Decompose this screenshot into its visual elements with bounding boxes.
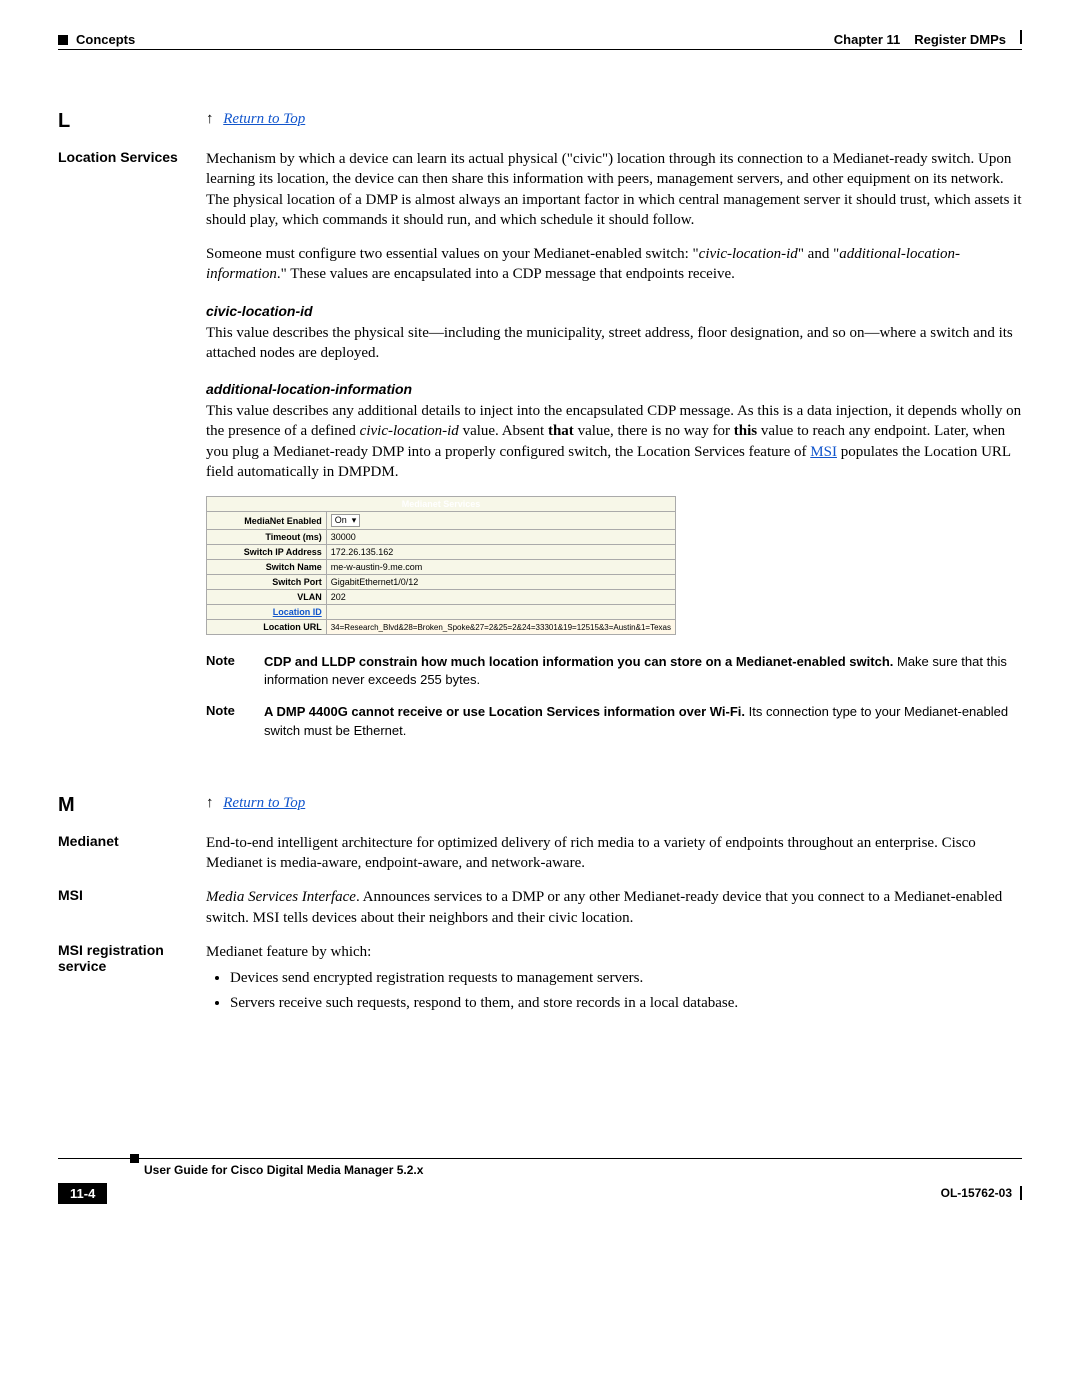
msi-reg-intro: Medianet feature by which: [206, 942, 1022, 962]
table-row: VLAN202 [207, 590, 676, 605]
section-letter-l: L [58, 110, 70, 132]
footer-guide-title: User Guide for Cisco Digital Media Manag… [144, 1163, 1022, 1177]
term-medianet: Medianet [58, 833, 206, 849]
table-row: Switch PortGigabitEthernet1/0/12 [207, 575, 676, 590]
table-row: Switch IP Address172.26.135.162 [207, 545, 676, 560]
header-chapter: Chapter 11 [834, 32, 900, 47]
location-services-p2: Someone must configure two essential val… [206, 244, 1022, 285]
table-row: Location ID [207, 605, 676, 620]
list-item: Devices send encrypted registration requ… [230, 968, 1022, 989]
location-services-p1: Mechanism by which a device can learn it… [206, 149, 1022, 230]
medianet-table-title: Medianet Services [207, 497, 676, 512]
note-1: Note CDP and LLDP constrain how much loc… [206, 653, 1022, 689]
additional-location-info-heading: additional-location-information [206, 381, 1022, 397]
return-to-top-link[interactable]: Return to Top [223, 795, 305, 811]
page-number: 11-4 [58, 1183, 107, 1204]
term-msi: MSI [58, 887, 206, 903]
list-item: Servers receive such requests, respond t… [230, 993, 1022, 1014]
footer-marker-icon [130, 1154, 139, 1163]
msi-link[interactable]: MSI [810, 444, 837, 460]
msi-p: Media Services Interface. Announces serv… [206, 887, 1022, 928]
term-location-services: Location Services [58, 149, 206, 165]
page-footer: User Guide for Cisco Digital Media Manag… [58, 1158, 1022, 1203]
header-bar-icon [1020, 30, 1022, 44]
medianet-services-table: Medianet Services MediaNet EnabledOn ▾ T… [206, 496, 676, 635]
footer-bar-icon [1020, 1186, 1022, 1200]
term-msi-registration-service: MSI registration service [58, 942, 206, 974]
note-2: Note A DMP 4400G cannot receive or use L… [206, 703, 1022, 739]
table-row-highlighted: Location URL34=Research_Blvd&28=Broken_S… [207, 620, 676, 635]
table-row: Timeout (ms)30000 [207, 530, 676, 545]
footer-doc-id: OL-15762-03 [941, 1186, 1012, 1200]
return-to-top-link[interactable]: Return to Top [223, 111, 305, 127]
additional-location-info-p: This value describes any additional deta… [206, 401, 1022, 482]
medianet-enabled-select[interactable]: On ▾ [331, 514, 361, 527]
msi-reg-bullets: Devices send encrypted registration requ… [206, 968, 1022, 1014]
arrow-up-icon: ↑ [206, 794, 214, 811]
arrow-up-icon: ↑ [206, 110, 214, 127]
header-title: Register DMPs [914, 32, 1006, 47]
civic-location-id-p: This value describes the physical site—i… [206, 323, 1022, 364]
section-letter-m: M [58, 794, 75, 816]
page-header: Concepts Chapter 11 Register DMPs [58, 30, 1022, 50]
medianet-p: End-to-end intelligent architecture for … [206, 833, 1022, 874]
civic-location-id-heading: civic-location-id [206, 303, 1022, 319]
table-row: Switch Nameme-w-austin-9.me.com [207, 560, 676, 575]
header-section: Concepts [76, 32, 135, 47]
header-marker-icon [58, 35, 68, 45]
table-row: MediaNet EnabledOn ▾ [207, 512, 676, 530]
